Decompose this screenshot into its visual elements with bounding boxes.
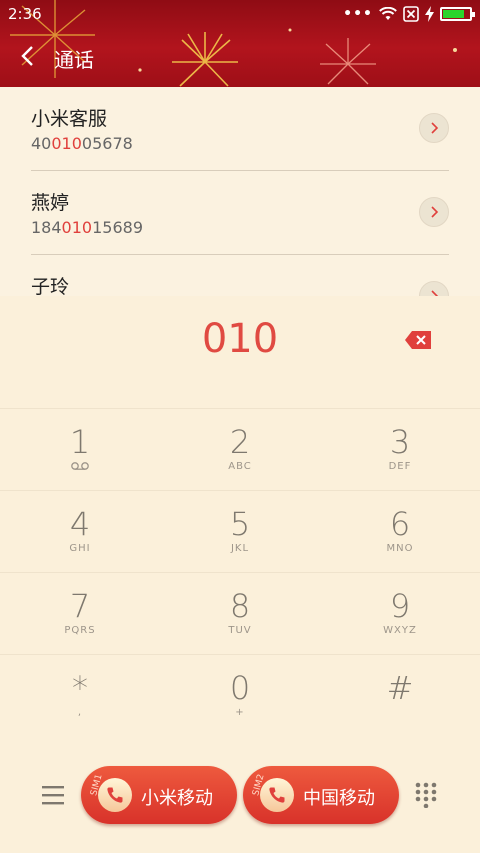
contact-detail-button[interactable] <box>419 113 449 143</box>
contact-number: 18401015689 <box>31 218 143 237</box>
contact-number: 4001005678 <box>31 134 133 153</box>
status-time: 2:36 <box>8 5 42 23</box>
key-letters: WXYZ <box>383 625 417 636</box>
voicemail-icon <box>71 462 89 470</box>
key-letters: ABC <box>228 461 252 472</box>
key-digit: 2 <box>229 423 251 461</box>
key-letters: DEF <box>388 461 412 472</box>
more-dots: ••• <box>343 6 373 22</box>
key-star[interactable]: * , <box>0 654 160 736</box>
backspace-icon[interactable] <box>404 330 432 350</box>
status-bar: 2:36 ••• <box>0 0 480 28</box>
phone-icon <box>98 778 132 812</box>
key-digit: 9 <box>389 587 411 625</box>
battery-icon <box>440 7 475 21</box>
key-0[interactable]: 0 + <box>160 654 320 736</box>
key-letters: , <box>77 707 83 718</box>
phone-icon <box>260 778 294 812</box>
key-letters: TUV <box>228 625 252 636</box>
titlebar: 通话 <box>0 36 480 80</box>
contact-name: 小米客服 <box>31 108 108 130</box>
key-1[interactable]: 1 <box>0 408 160 490</box>
key-digit: 5 <box>229 505 251 543</box>
no-sim-icon <box>403 6 419 22</box>
key-digit: 8 <box>229 587 251 625</box>
key-letters: + <box>235 707 245 718</box>
key-digit: 1 <box>69 423 91 461</box>
contact-detail-button[interactable] <box>419 197 449 227</box>
key-hash[interactable]: # <box>320 654 480 736</box>
wifi-icon <box>379 7 397 20</box>
charging-icon <box>425 6 434 22</box>
carrier-label: 中国移动 <box>303 788 375 809</box>
key-digit: 4 <box>69 505 91 543</box>
key-digit: # <box>386 669 414 707</box>
contact-name: 燕婷 <box>31 192 70 214</box>
key-5[interactable]: 5 JKL <box>160 490 320 572</box>
page-title: 通话 <box>54 48 94 72</box>
key-6[interactable]: 6 MNO <box>320 490 480 572</box>
key-4[interactable]: 4 GHI <box>0 490 160 572</box>
contact-name: 子玲 <box>31 276 70 298</box>
key-letters: GHI <box>69 543 91 554</box>
back-arrow-icon[interactable] <box>18 44 42 68</box>
key-digit: 0 <box>229 669 251 707</box>
key-9[interactable]: 9 WXYZ <box>320 572 480 654</box>
key-7[interactable]: 7 PQRS <box>0 572 160 654</box>
call-button-sim1[interactable]: SIM1 小米移动 <box>81 766 237 824</box>
key-2[interactable]: 2 ABC <box>160 408 320 490</box>
key-digit: 3 <box>389 423 411 461</box>
contact-item[interactable]: 小米客服 4001005678 <box>31 87 449 171</box>
key-letters: PQRS <box>64 625 96 636</box>
call-bar: SIM1 小米移动 SIM2 中国移动 <box>0 738 480 853</box>
key-8[interactable]: 8 TUV <box>160 572 320 654</box>
key-letters: JKL <box>230 543 250 554</box>
menu-icon[interactable] <box>41 784 65 806</box>
chevron-right-icon <box>431 122 439 134</box>
status-icons: ••• <box>343 5 475 23</box>
carrier-label: 小米移动 <box>141 788 213 809</box>
key-3[interactable]: 3 DEF <box>320 408 480 490</box>
key-digit: 6 <box>389 505 411 543</box>
keypad: 1 2 ABC 3 DEF 4 GHI 5 JKL 6 MNO 7 PQRS 8… <box>0 408 480 738</box>
key-digit: 7 <box>69 587 91 625</box>
header: 2:36 ••• 通话 <box>0 0 480 87</box>
contact-results-list: 小米客服 4001005678 燕婷 18401015689 子玲 <box>0 87 480 309</box>
key-digit: * <box>72 669 88 707</box>
contact-item[interactable]: 燕婷 18401015689 <box>31 171 449 255</box>
dialpad-toggle-icon[interactable] <box>414 782 438 808</box>
key-letters: MNO <box>386 543 414 554</box>
chevron-right-icon <box>431 206 439 218</box>
dial-display: 010 <box>0 296 480 408</box>
call-button-sim2[interactable]: SIM2 中国移动 <box>243 766 399 824</box>
